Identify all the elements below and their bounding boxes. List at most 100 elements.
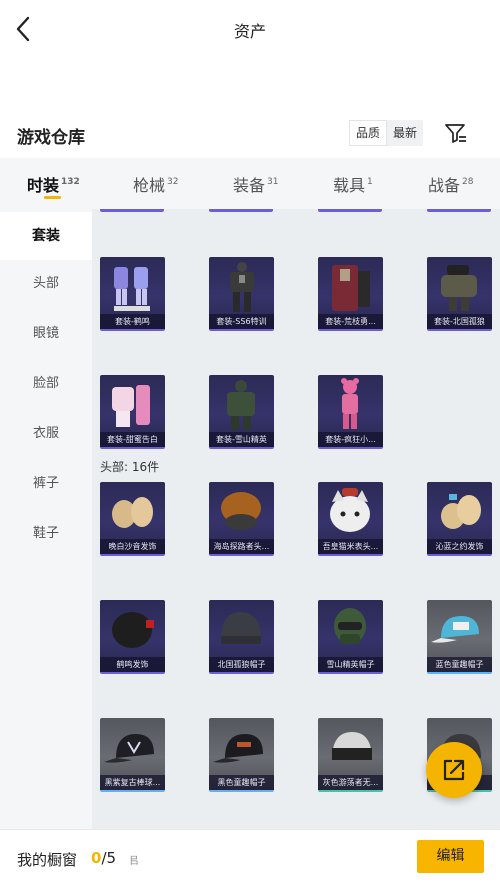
- tab-fashion[interactable]: 时装 132: [27, 172, 80, 196]
- filter-icon[interactable]: [444, 122, 468, 144]
- item-name: 北国孤狼帽子: [209, 657, 274, 672]
- warehouse-title: 游戏仓库: [17, 128, 85, 148]
- cat-head-icon: [330, 488, 370, 532]
- warehouse-header: 游戏仓库 品质 最新: [0, 115, 500, 155]
- item-name: 雪山精英帽子: [318, 657, 383, 672]
- tab-vehicles[interactable]: 载具 1: [333, 172, 373, 196]
- showcase-count-max: /5: [101, 849, 117, 867]
- beanie-icon: [221, 612, 261, 644]
- tab-label: 时装: [27, 176, 60, 195]
- item-card[interactable]: 蓝色童趣帽子: [427, 600, 492, 674]
- tab-count: 132: [61, 177, 80, 187]
- item-card[interactable]: 吾皇猫米表头...: [318, 482, 383, 556]
- tab-count: 31: [267, 177, 279, 187]
- item-name: 套装-甜蜜告白: [100, 432, 165, 447]
- outfit-icon: [341, 378, 359, 429]
- item-name: 晚白沙音发饰: [100, 539, 165, 554]
- sidebar-item-glasses[interactable]: 眼镜: [0, 310, 92, 358]
- edit-button[interactable]: 编辑: [417, 840, 484, 873]
- item-name: 鹤鸣发饰: [100, 657, 165, 672]
- share-fab-button[interactable]: [426, 742, 482, 798]
- item-card[interactable]: 鹤鸣发饰: [100, 600, 165, 674]
- item-name: 套装-疯狂小...: [318, 432, 383, 447]
- cap-icon: [431, 616, 479, 643]
- tab-equipment[interactable]: 装备 31: [233, 172, 278, 196]
- sort-newest-button[interactable]: 最新: [387, 120, 423, 146]
- tab-label: 装备: [233, 176, 266, 195]
- showcase-label: 我的橱窗: [17, 851, 78, 869]
- item-name: 沁蓝之约发饰: [427, 539, 492, 554]
- item-name: 吾皇猫米表头...: [318, 539, 383, 554]
- item-name: 灰色游荡者无...: [318, 775, 383, 790]
- tab-weapons[interactable]: 枪械 32: [133, 172, 178, 196]
- item-card[interactable]: 海岛探路者头...: [209, 482, 274, 556]
- item-card[interactable]: 套装-甜蜜告白: [100, 375, 165, 449]
- sort-quality-button[interactable]: 品质: [349, 120, 388, 146]
- tab-count: 28: [462, 177, 474, 187]
- item-card[interactable]: 套装-SS6特训: [209, 257, 274, 331]
- subcategory-sidebar: 套装 头部 眼镜 脸部 衣服 裤子 鞋子: [0, 209, 92, 829]
- item-card[interactable]: 北国孤狼帽子: [209, 600, 274, 674]
- category-tabs: 时装 132 枪械 32 装备 31 载具 1 战备 28: [0, 158, 500, 209]
- item-card-partial[interactable]: [100, 209, 164, 212]
- item-card-partial[interactable]: [318, 209, 382, 212]
- tab-indicator: [44, 196, 61, 199]
- showcase-bar: 我的橱窗 0/5 㠯 编辑: [0, 829, 500, 885]
- item-name: 套装-雪山精英: [209, 432, 274, 447]
- tab-label: 载具: [333, 176, 366, 195]
- item-name: 黑紫复古棒球...: [100, 775, 165, 790]
- item-card[interactable]: 套装-雪山精英: [209, 375, 274, 449]
- outfit-icon: [332, 265, 370, 311]
- sidebar-item-pants[interactable]: 裤子: [0, 460, 92, 508]
- item-card[interactable]: 灰色游荡者无...: [318, 718, 383, 792]
- cap-icon: [332, 732, 372, 760]
- item-card[interactable]: 晚白沙音发饰: [100, 482, 165, 556]
- page-title: 资产: [233, 22, 266, 41]
- sidebar-item-suits[interactable]: 套装: [0, 212, 92, 260]
- showcase-count: 0/5: [91, 849, 116, 867]
- item-name: 套装-荒枝勇...: [318, 314, 383, 329]
- tab-label: 枪械: [133, 176, 166, 195]
- outfit-icon: [441, 265, 477, 311]
- tab-count: 32: [167, 177, 179, 187]
- item-name: 海岛探路者头...: [209, 539, 274, 554]
- sidebar-item-clothes[interactable]: 衣服: [0, 410, 92, 458]
- item-card[interactable]: 黑紫复古棒球...: [100, 718, 165, 792]
- outfit-icon: [227, 380, 255, 430]
- item-card[interactable]: 雪山精英帽子: [318, 600, 383, 674]
- hair-accessory-icon: [112, 612, 154, 648]
- showcase-info-icon: 㠯: [129, 856, 139, 867]
- item-grid: 套装-鹤鸣 套装-SS6特训 套装-荒枝勇... 套装-北国孤狼 套装-甜蜜告白: [92, 209, 500, 829]
- item-name: 套装-北国孤狼: [427, 314, 492, 329]
- item-name: 套装-SS6特训: [209, 314, 274, 329]
- tab-label: 战备: [428, 176, 461, 195]
- sidebar-item-shoes[interactable]: 鞋子: [0, 510, 92, 558]
- item-card[interactable]: 沁蓝之约发饰: [427, 482, 492, 556]
- hair-accessory-icon: [112, 497, 153, 528]
- cap-icon: [213, 734, 263, 763]
- item-card[interactable]: 套装-鹤鸣: [100, 257, 165, 331]
- sidebar-item-head[interactable]: 头部: [0, 260, 92, 308]
- item-card-partial[interactable]: [209, 209, 273, 212]
- item-card[interactable]: 套装-北国孤狼: [427, 257, 492, 331]
- sidebar-item-face[interactable]: 脸部: [0, 360, 92, 408]
- item-card[interactable]: 套装-荒枝勇...: [318, 257, 383, 331]
- group-label-head: 头部: 16件: [100, 460, 160, 474]
- mask-helmet-icon: [334, 608, 366, 644]
- tab-supplies[interactable]: 战备 28: [428, 172, 473, 196]
- showcase-count-current: 0: [91, 849, 102, 867]
- item-name: 蓝色童趣帽子: [427, 657, 492, 672]
- item-card[interactable]: 黑色童趣帽子: [209, 718, 274, 792]
- item-name: 套装-鹤鸣: [100, 314, 165, 329]
- item-name: 黑色童趣帽子: [209, 775, 274, 790]
- hair-accessory-icon: [441, 494, 481, 529]
- top-bar: 资产: [0, 0, 500, 58]
- share-icon: [443, 759, 465, 781]
- item-card[interactable]: 套装-疯狂小...: [318, 375, 383, 449]
- item-card-partial[interactable]: [427, 209, 491, 212]
- hair-accessory-icon: [221, 492, 261, 530]
- sort-toggle: 品质 最新: [349, 120, 424, 146]
- tab-count: 1: [367, 177, 373, 187]
- outfit-icon: [114, 267, 150, 311]
- outfit-icon: [112, 385, 150, 427]
